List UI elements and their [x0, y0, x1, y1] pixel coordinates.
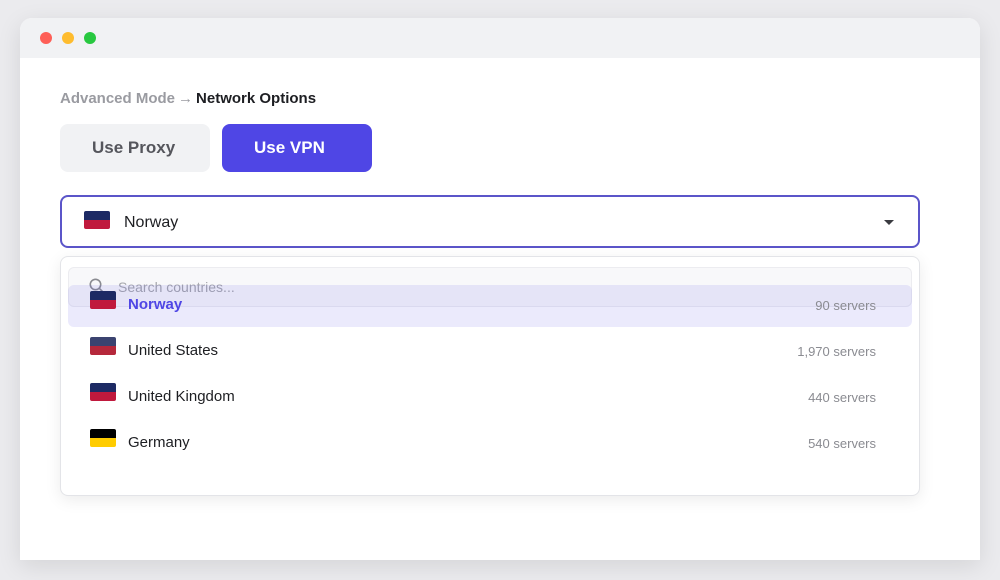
server-count: 540 servers — [808, 436, 876, 451]
flag-bottom-stripe — [90, 300, 116, 309]
app-window: Advanced Mode → Network Options Use Proxy … — [20, 18, 980, 560]
flag-top-stripe — [90, 337, 116, 346]
country-option-united-states[interactable]: United States 1,970 servers — [68, 331, 912, 373]
country-name: United States — [128, 342, 219, 359]
country-select[interactable]: Norway — [60, 195, 920, 248]
title-bar — [20, 18, 980, 58]
flag-top-stripe — [90, 429, 116, 438]
chevron-down-icon[interactable] — [884, 220, 894, 225]
use-proxy-button[interactable]: Use Proxy — [60, 124, 210, 172]
norway-flag-icon — [90, 291, 116, 309]
flag-bottom-stripe — [90, 438, 116, 447]
close-window-icon[interactable] — [40, 32, 52, 44]
breadcrumb: Advanced Mode → Network Options — [60, 90, 316, 108]
flag-top-stripe — [90, 383, 116, 392]
flag-bottom-stripe — [90, 346, 116, 355]
flag-top-stripe — [84, 211, 110, 220]
server-count: 1,970 servers — [797, 344, 876, 359]
server-count: 90 servers — [815, 298, 876, 313]
country-option-united-kingdom[interactable]: United Kingdom 440 servers — [68, 377, 912, 419]
norway-flag-icon — [84, 211, 110, 229]
flag-bottom-stripe — [84, 220, 110, 229]
country-dropdown: Norway 90 servers United States 1,970 se… — [60, 256, 920, 496]
use-vpn-button[interactable]: Use VPN — [222, 124, 372, 172]
country-name: Norway — [128, 296, 183, 313]
flag-bottom-stripe — [90, 392, 116, 401]
united-kingdom-flag-icon — [90, 383, 116, 401]
zoom-window-icon[interactable] — [84, 32, 96, 44]
country-option-germany[interactable]: Germany 540 servers — [68, 423, 912, 465]
country-name: United Kingdom — [128, 388, 235, 405]
selected-country-label: Norway — [124, 214, 179, 231]
germany-flag-icon — [90, 429, 116, 447]
breadcrumb-separator: → — [178, 90, 194, 107]
breadcrumb-current: Network Options — [196, 90, 317, 107]
server-count: 440 servers — [808, 390, 876, 405]
united-states-flag-icon — [90, 337, 116, 355]
flag-top-stripe — [90, 291, 116, 300]
country-option-norway[interactable]: Norway 90 servers — [68, 285, 912, 327]
minimize-window-icon[interactable] — [62, 32, 74, 44]
country-name: Germany — [128, 434, 190, 451]
breadcrumb-parent[interactable]: Advanced Mode — [60, 90, 175, 107]
